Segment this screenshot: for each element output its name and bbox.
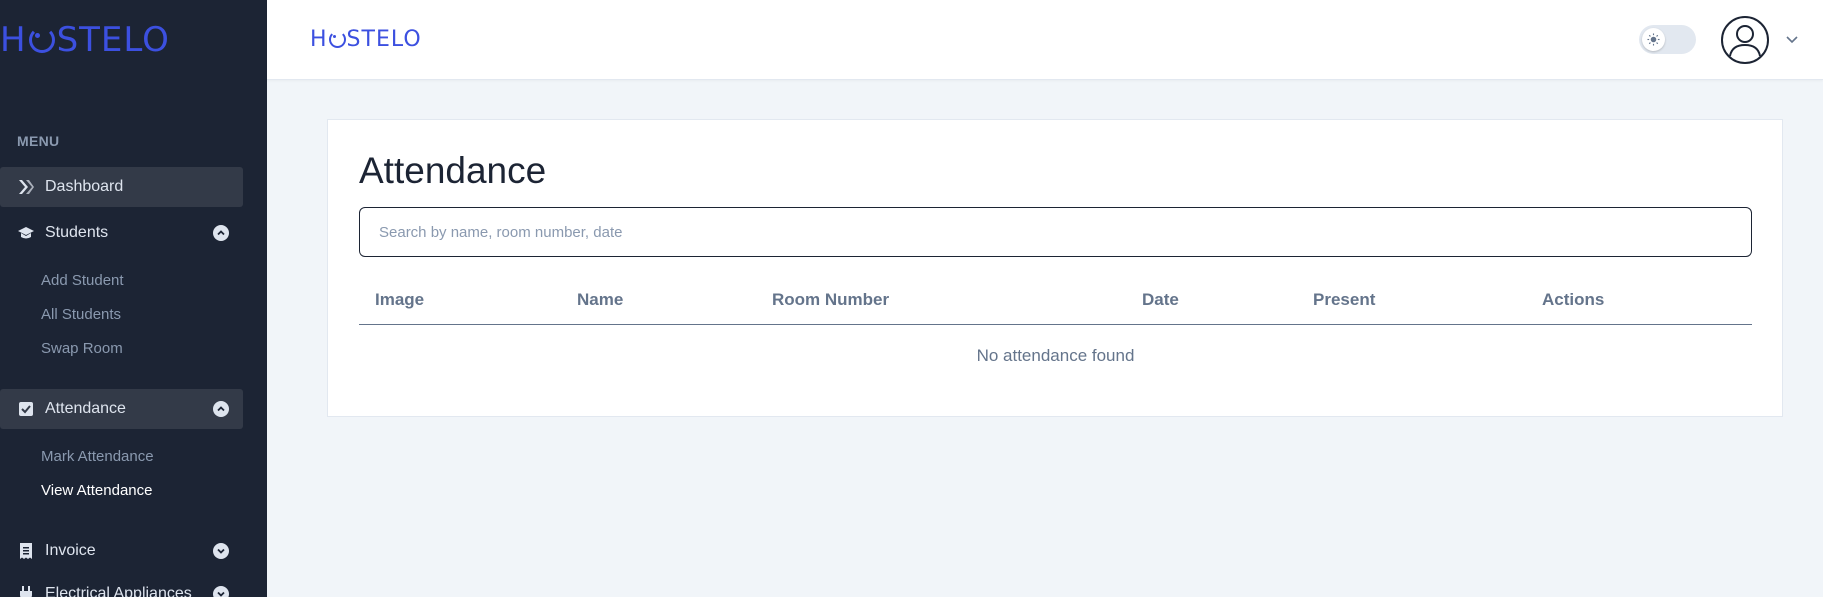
receipt-icon xyxy=(17,542,35,560)
page-title: Attendance xyxy=(359,150,547,191)
sidebar-subitem-add-student[interactable]: Add Student xyxy=(41,272,124,289)
table-header: Image Name Room Number Date Present Acti… xyxy=(359,281,1752,325)
sidebar-item-students[interactable]: Students xyxy=(0,213,243,253)
chevron-up-icon[interactable] xyxy=(213,225,229,241)
plug-icon xyxy=(17,585,35,597)
sidebar-subitem-swap-room[interactable]: Swap Room xyxy=(41,340,123,357)
sidebar-subitem-view-attendance[interactable]: View Attendance xyxy=(41,482,152,499)
column-header-image: Image xyxy=(375,290,425,309)
sidebar-item-label: Electrical Appliances xyxy=(45,585,192,597)
brand-logo: H STELO xyxy=(310,26,422,52)
sidebar-item-label: Invoice xyxy=(45,542,96,559)
sidebar-item-dashboard[interactable]: Dashboard xyxy=(0,167,243,207)
attendance-card: Attendance Image Name Room Number Date P… xyxy=(327,119,1783,417)
sidebar-item-electrical-appliances[interactable]: Electrical Appliances xyxy=(0,574,243,597)
chevron-up-icon[interactable] xyxy=(213,401,229,417)
sidebar: H STELO MENU Dashboard Students Add Stude… xyxy=(0,0,267,597)
graduation-cap-icon xyxy=(17,224,35,242)
empty-state-message: No attendance found xyxy=(976,346,1135,365)
sidebar-item-label: Dashboard xyxy=(45,178,124,195)
dashboard-icon xyxy=(17,178,35,196)
sidebar-item-invoice[interactable]: Invoice xyxy=(0,531,243,571)
chevron-down-icon[interactable] xyxy=(1784,31,1800,47)
column-header-name: Name xyxy=(577,290,624,309)
top-header: H STELO xyxy=(267,0,1823,80)
chevron-down-icon[interactable] xyxy=(213,586,229,597)
sidebar-subitem-mark-attendance[interactable]: Mark Attendance xyxy=(41,448,154,465)
chevron-down-icon[interactable] xyxy=(213,543,229,559)
sidebar-item-attendance[interactable]: Attendance xyxy=(0,389,243,429)
sidebar-logo[interactable]: H STELO xyxy=(0,18,170,62)
theme-toggle[interactable] xyxy=(1639,25,1696,54)
sidebar-item-label: Attendance xyxy=(45,400,126,417)
column-header-actions: Actions xyxy=(1542,290,1605,309)
column-header-date: Date xyxy=(1142,290,1179,309)
column-header-present: Present xyxy=(1313,290,1376,309)
brand-logo: H STELO xyxy=(0,20,170,60)
header-logo[interactable]: H STELO xyxy=(310,24,422,54)
column-header-room-number: Room Number xyxy=(772,290,890,309)
checkbox-icon xyxy=(17,400,35,418)
sun-icon xyxy=(1642,28,1665,51)
user-avatar-icon[interactable] xyxy=(1720,15,1770,65)
search-input[interactable] xyxy=(359,207,1752,257)
sidebar-item-label: Students xyxy=(45,224,109,241)
menu-label: MENU xyxy=(17,133,60,149)
sidebar-subitem-all-students[interactable]: All Students xyxy=(41,306,121,323)
